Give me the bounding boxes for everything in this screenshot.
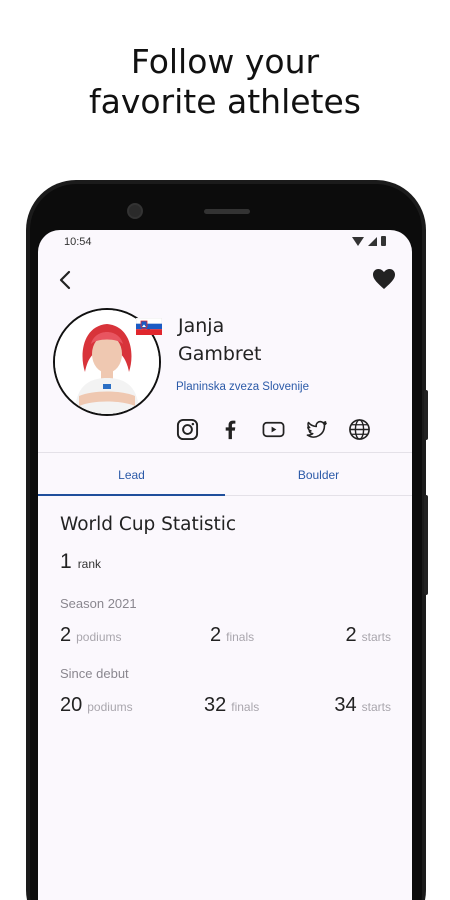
season-podiums-value: 2 — [60, 624, 72, 646]
debut-finals-unit: finals — [231, 700, 260, 714]
earpiece-speaker — [204, 209, 250, 214]
season-starts-unit: starts — [361, 630, 391, 644]
rank-value: 1 — [60, 550, 72, 573]
debut-stats-row: 20 podiums 32 finals 34 starts — [60, 694, 391, 722]
season-podiums: 2 podiums — [60, 624, 121, 647]
favorite-button[interactable] — [372, 268, 398, 292]
headline: Follow your favorite athletes — [0, 42, 450, 122]
season-stats-row: 2 podiums 2 finals 2 starts — [60, 624, 391, 652]
power-button — [424, 390, 428, 440]
tab-lead[interactable]: Lead — [38, 453, 225, 496]
tab-boulder[interactable]: Boulder — [225, 453, 412, 495]
rank-stat: 1 rank — [60, 550, 101, 574]
rank-unit: rank — [77, 557, 102, 571]
app-screen: 10:54 Janja Gambret Planinska zveza Slov… — [38, 230, 412, 900]
headline-line-1: Follow your — [130, 42, 320, 81]
slovenia-flag — [135, 317, 163, 335]
debut-finals-value: 32 — [204, 694, 227, 716]
debut-podiums: 20 podiums — [60, 694, 133, 717]
back-button[interactable] — [54, 268, 78, 292]
youtube-icon — [262, 421, 285, 438]
signal-icon — [368, 236, 377, 246]
season-finals-value: 2 — [210, 624, 222, 646]
facebook-icon — [225, 420, 236, 440]
youtube-link[interactable] — [262, 418, 285, 441]
season-finals-unit: finals — [226, 630, 255, 644]
twitter-link[interactable] — [305, 418, 328, 441]
social-links — [176, 418, 371, 441]
athlete-last-name: Gambret — [178, 343, 262, 365]
headline-line-2: favorite athletes — [88, 82, 361, 121]
instagram-link[interactable] — [176, 418, 199, 441]
debut-podiums-unit: podiums — [87, 700, 133, 714]
website-link[interactable] — [348, 418, 371, 441]
instagram-icon — [176, 418, 199, 441]
wifi-icon — [352, 236, 364, 246]
volume-button — [424, 495, 428, 595]
twitter-icon — [306, 420, 327, 438]
season-label: Season 2021 — [60, 596, 137, 611]
athlete-first-name: Janja — [178, 315, 225, 337]
season-starts: 2 starts — [346, 624, 391, 647]
status-bar: 10:54 — [38, 230, 412, 254]
stats-title: World Cup Statistic — [60, 514, 237, 535]
discipline-tabs: Lead Boulder — [38, 452, 412, 496]
season-finals: 2 finals — [210, 624, 254, 647]
status-time: 10:54 — [64, 236, 92, 248]
heart-icon — [373, 269, 395, 289]
season-podiums-unit: podiums — [76, 630, 122, 644]
globe-icon — [349, 419, 370, 440]
debut-podiums-value: 20 — [60, 694, 83, 716]
season-starts-value: 2 — [345, 624, 357, 646]
debut-starts-unit: starts — [361, 700, 391, 714]
battery-icon — [381, 236, 386, 246]
debut-label: Since debut — [60, 666, 129, 681]
debut-finals: 32 finals — [204, 694, 259, 717]
front-camera — [127, 203, 143, 219]
athlete-name: Janja Gambret — [178, 312, 261, 368]
arrow-left-icon — [59, 270, 71, 290]
debut-starts: 34 starts — [334, 694, 391, 717]
facebook-link[interactable] — [219, 418, 242, 441]
debut-starts-value: 34 — [334, 694, 357, 716]
federation-link[interactable]: Planinska zveza Slovenije — [176, 381, 309, 393]
